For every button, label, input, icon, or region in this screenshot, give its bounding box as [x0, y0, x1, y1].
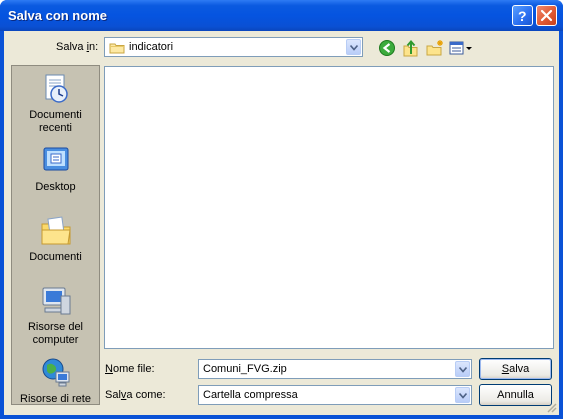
look-in-dropdown[interactable]: indicatori — [104, 37, 363, 57]
desktop-icon — [43, 147, 68, 171]
save-as-dialog: Salva con nome ? Salva in: indicatori Do… — [0, 0, 563, 419]
filename-label: Nome file: — [105, 363, 155, 375]
chevron-down-icon — [459, 367, 467, 373]
back-icon[interactable] — [377, 38, 397, 58]
save-as-type-dropdown[interactable]: Cartella compressa — [198, 385, 472, 405]
place-recent[interactable]: Documenti recenti — [12, 72, 99, 135]
help-button[interactable]: ? — [512, 5, 533, 26]
help-icon: ? — [518, 8, 527, 24]
up-folder-icon[interactable] — [401, 38, 421, 58]
new-folder-icon[interactable] — [425, 38, 445, 58]
view-menu-icon[interactable] — [448, 38, 474, 58]
folder-icon — [109, 43, 125, 54]
close-icon — [540, 9, 553, 22]
chevron-down-icon — [459, 393, 467, 399]
places-bar: Documenti recenti Desktop Documenti Riso… — [11, 65, 100, 405]
place-computer[interactable]: Risorse del computer — [12, 284, 99, 347]
window-title: Salva con nome — [8, 8, 107, 23]
look-in-label: Salva in: — [56, 41, 99, 53]
filename-dropdown-arrow[interactable] — [455, 361, 470, 377]
network-icon — [42, 358, 69, 387]
save-as-type-dropdown-arrow[interactable] — [455, 387, 470, 403]
recent-documents-icon — [45, 74, 68, 103]
cancel-button[interactable]: Annulla — [479, 384, 552, 406]
chevron-down-icon — [350, 45, 358, 51]
dialog-body: Salva in: indicatori Documenti recenti D… — [4, 31, 559, 415]
close-button[interactable] — [536, 5, 557, 26]
save-button[interactable]: Salva — [479, 358, 552, 380]
file-list[interactable] — [104, 66, 554, 349]
place-documents[interactable]: Documenti — [12, 214, 99, 264]
filename-field[interactable]: Comuni_FVG.zip — [198, 359, 472, 379]
title-bar: Salva con nome ? — [0, 0, 563, 31]
my-computer-icon — [42, 287, 70, 315]
svg-text:?: ? — [518, 8, 527, 24]
current-folder-name: indicatori — [129, 41, 174, 53]
save-as-type-label: Salva come: — [105, 389, 166, 401]
filename-value: Comuni_FVG.zip — [203, 363, 287, 375]
resize-grip-icon[interactable] — [545, 401, 557, 413]
place-network[interactable]: Risorse di rete — [12, 356, 99, 406]
my-documents-icon — [41, 216, 71, 245]
save-as-type-value: Cartella compressa — [203, 389, 298, 401]
look-in-dropdown-arrow[interactable] — [346, 39, 361, 55]
place-desktop[interactable]: Desktop — [12, 144, 99, 194]
